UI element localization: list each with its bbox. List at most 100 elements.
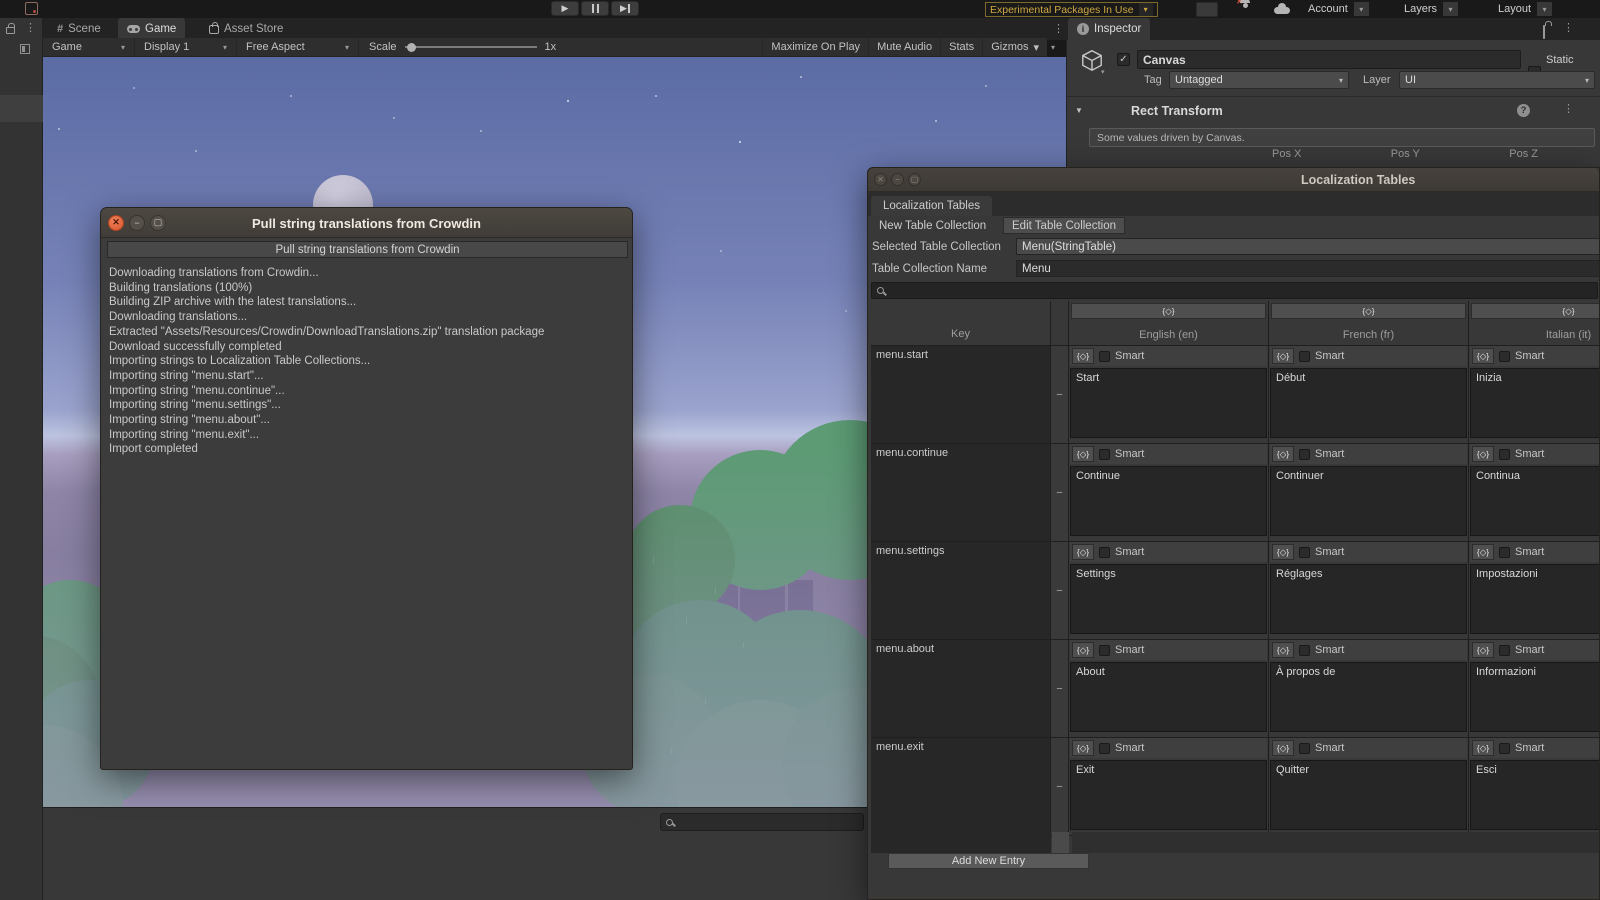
language-column-header[interactable]: {◇} English (en) [1069,301,1269,345]
metadata-icon[interactable]: {◇} [1472,446,1494,462]
smart-checkbox[interactable] [1499,448,1510,460]
translation-input[interactable]: Quitter [1270,760,1467,830]
translation-input[interactable]: Début [1270,368,1467,438]
mute-audio-toggle[interactable]: Mute Audio [868,37,940,57]
aspect-dropdown[interactable]: Free Aspect ▾ [237,37,359,57]
language-column-header[interactable]: {◇} Italian (it) [1469,301,1599,345]
project-search-input[interactable] [660,813,864,831]
metadata-icon[interactable]: {◇} [1272,740,1294,756]
scale-slider[interactable] [404,42,537,52]
metadata-icon[interactable]: {◇} [1072,642,1094,658]
key-cell[interactable]: menu.continue [871,444,1051,541]
metadata-icon[interactable]: {◇} [1472,740,1494,756]
remove-entry-button[interactable]: − [1051,346,1069,443]
smart-checkbox[interactable] [1299,644,1310,656]
metadata-icon[interactable]: {◇} [1071,303,1266,319]
translation-input[interactable]: À propos de [1270,662,1467,732]
kebab-menu-icon[interactable]: ⋮ [1563,104,1574,115]
step-button[interactable]: ▶ [611,1,639,16]
metadata-icon[interactable]: {◇} [1272,348,1294,364]
kebab-menu-icon[interactable]: ⋮ [1563,23,1574,34]
lock-icon[interactable] [1543,25,1545,39]
metadata-icon[interactable]: {◇} [1271,303,1466,319]
pause-button[interactable] [581,1,609,16]
translation-input[interactable]: Inizia [1470,368,1599,438]
key-column-header[interactable]: Key [871,301,1051,345]
add-new-entry-button[interactable]: Add New Entry [888,853,1089,869]
smart-checkbox[interactable] [1299,546,1310,558]
maximize-on-play-toggle[interactable]: Maximize On Play [762,37,868,57]
tab-edit-table-collection[interactable]: Edit Table Collection [1003,217,1125,234]
pull-translations-button[interactable]: Pull string translations from Crowdin [107,241,628,258]
key-cell[interactable]: menu.about [871,640,1051,737]
collection-name-input[interactable]: Menu [1016,260,1599,277]
metadata-icon[interactable]: {◇} [1472,348,1494,364]
panel-icon[interactable] [20,44,30,54]
translation-input[interactable]: About [1070,662,1267,732]
cloud-button[interactable] [1274,0,1290,14]
selected-table-field[interactable]: Menu(StringTable) [1016,238,1599,255]
dialog-titlebar[interactable]: ✕ − ▢ [101,208,632,238]
smart-checkbox[interactable] [1499,644,1510,656]
close-icon[interactable]: ✕ [108,214,124,231]
translation-input[interactable]: Esci [1470,760,1599,830]
translation-input[interactable]: Continuer [1270,466,1467,536]
metadata-icon[interactable]: {◇} [1472,642,1494,658]
active-checkbox[interactable]: ✓ [1117,53,1130,66]
remove-entry-button[interactable]: − [1051,640,1069,737]
key-cell[interactable]: menu.start [871,346,1051,443]
object-name-field[interactable]: Canvas [1137,50,1521,69]
language-column-header[interactable]: {◇} French (fr) [1269,301,1469,345]
layout-dropdown[interactable]: Layout ▾ [1498,1,1553,17]
kebab-menu-icon[interactable]: ⋮ [1053,24,1064,35]
smart-checkbox[interactable] [1499,546,1510,558]
play-button[interactable]: ▶ [551,1,579,16]
maximize-icon[interactable]: ▢ [908,173,921,186]
translation-input[interactable]: Impostazioni [1470,564,1599,634]
smart-checkbox[interactable] [1499,350,1510,362]
metadata-icon[interactable]: {◇} [1272,544,1294,560]
key-cell[interactable]: menu.settings [871,542,1051,639]
transform-tool-icon[interactable] [25,2,38,15]
remove-entry-button[interactable]: − [1051,542,1069,639]
smart-checkbox[interactable] [1499,742,1510,754]
chevron-down-icon[interactable]: ▾ [1138,3,1153,16]
smart-checkbox[interactable] [1099,644,1110,656]
account-dropdown[interactable]: Account ▾ [1308,1,1369,17]
display-dropdown[interactable]: Display 1 ▾ [135,37,237,57]
tag-dropdown[interactable]: Untagged ▾ [1169,71,1349,89]
layers-dropdown[interactable]: Layers ▾ [1404,1,1459,17]
metadata-icon[interactable]: {◇} [1471,303,1599,319]
foldout-arrow-icon[interactable]: ▼ [1075,106,1083,115]
tab-localization-tables[interactable]: Localization Tables [871,196,992,216]
smart-checkbox[interactable] [1099,546,1110,558]
tab-inspector[interactable]: i Inspector [1068,18,1151,40]
metadata-icon[interactable]: {◇} [1072,740,1094,756]
stats-toggle[interactable]: Stats [940,37,982,57]
translation-input[interactable]: Settings [1070,564,1267,634]
metadata-icon[interactable]: {◇} [1072,544,1094,560]
lock-icon[interactable] [6,23,15,34]
table-search-input[interactable] [871,282,1598,299]
smart-checkbox[interactable] [1299,742,1310,754]
translation-input[interactable]: Exit [1070,760,1267,830]
smart-checkbox[interactable] [1299,448,1310,460]
table-scrollbar[interactable] [1052,832,1069,853]
metadata-icon[interactable]: {◇} [1272,446,1294,462]
chevron-down-icon[interactable]: ▾ [1051,43,1055,52]
smart-checkbox[interactable] [1299,350,1310,362]
minimize-icon[interactable]: − [129,214,145,231]
display-mode-dropdown[interactable]: Game ▾ [43,37,135,57]
translation-input[interactable]: Continue [1070,466,1267,536]
tab-new-table-collection[interactable]: New Table Collection [871,217,994,234]
smart-checkbox[interactable] [1099,350,1110,362]
translation-input[interactable]: Continua [1470,466,1599,536]
preview-packages-button[interactable] [1196,2,1218,17]
metadata-icon[interactable]: {◇} [1072,446,1094,462]
gizmos-dropdown[interactable]: Gizmos ▾ [982,37,1047,57]
layer-dropdown[interactable]: UI ▾ [1399,71,1595,89]
key-cell[interactable]: menu.exit [871,738,1051,835]
kebab-menu-icon[interactable]: ⋮ [25,23,36,34]
translation-input[interactable]: Informazioni [1470,662,1599,732]
experimental-packages-badge[interactable]: Experimental Packages In Use ▾ [985,2,1158,17]
